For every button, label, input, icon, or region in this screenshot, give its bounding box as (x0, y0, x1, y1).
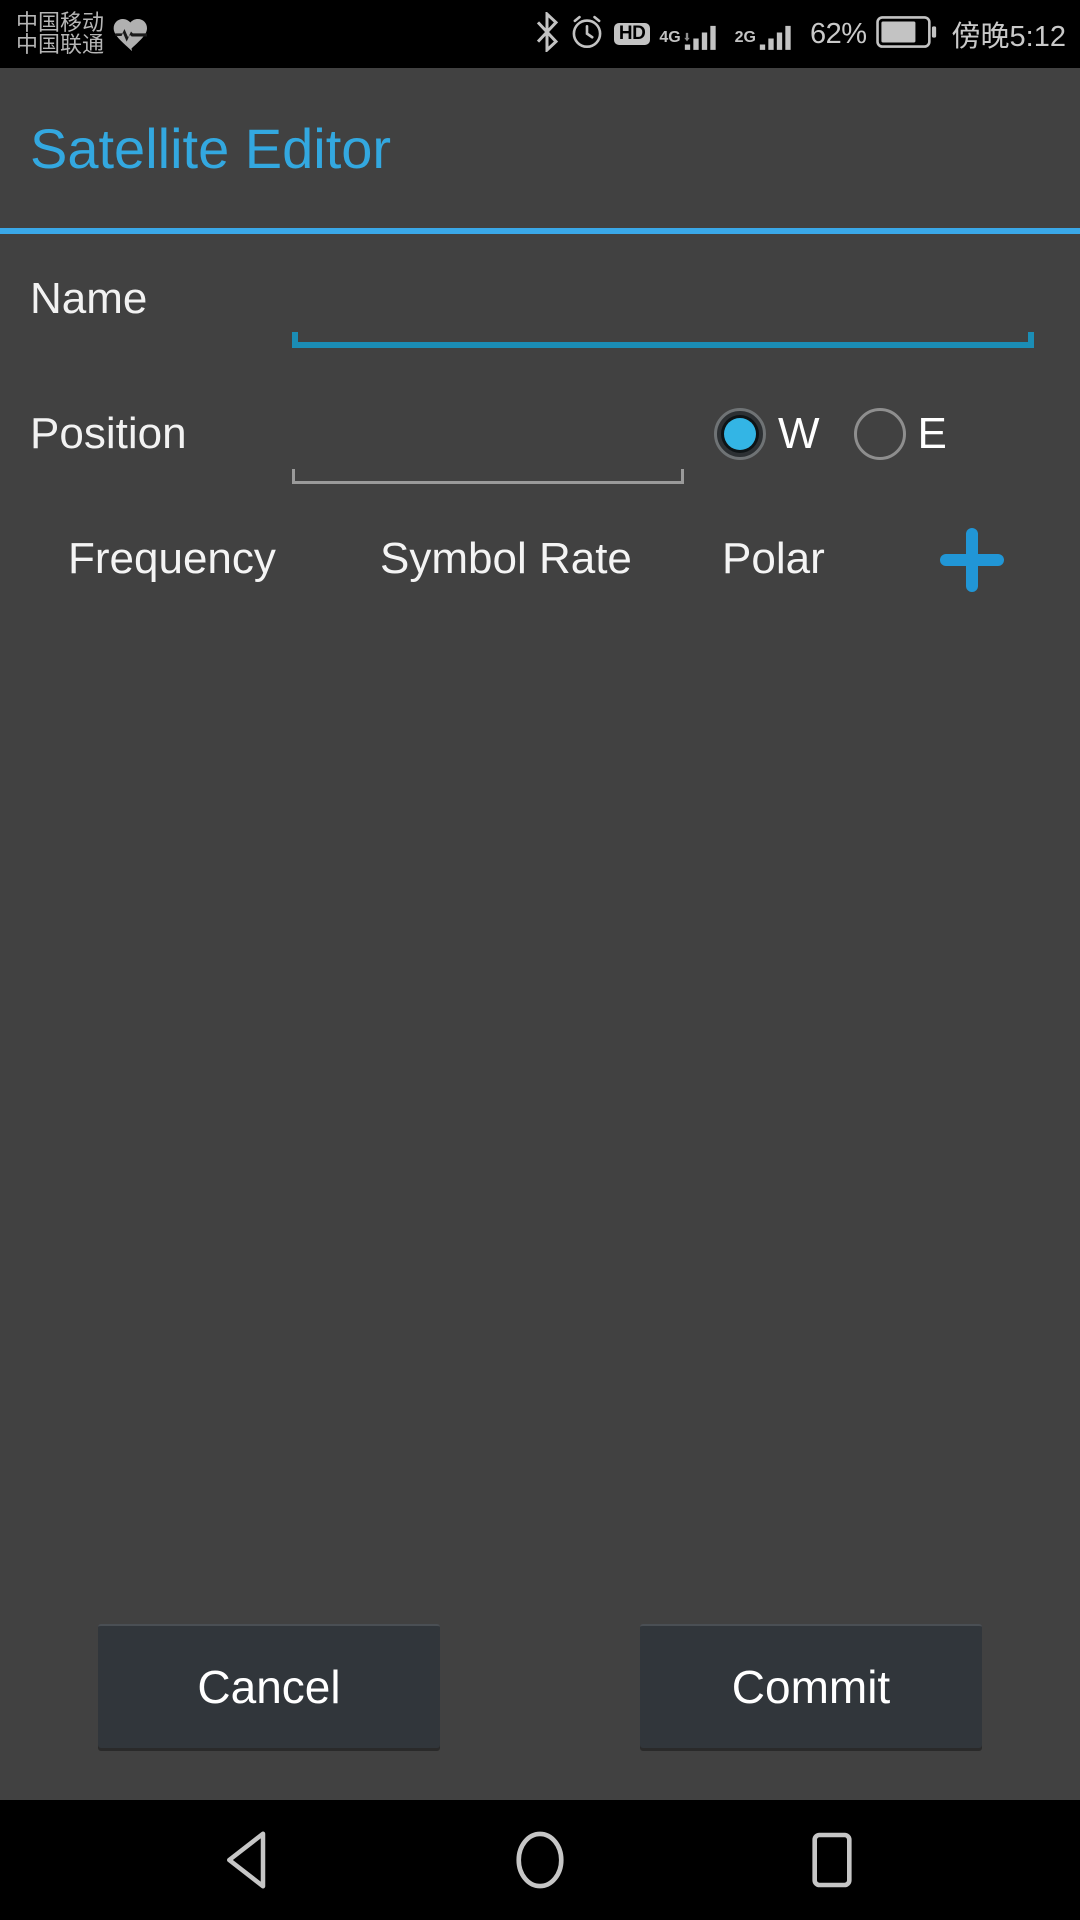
radio-west-label: W (778, 409, 820, 458)
back-triangle-icon (227, 1831, 266, 1889)
hd-voice-icon: HD (613, 23, 651, 45)
recents-square-icon (812, 1832, 852, 1888)
carrier-names: 中国移动 中国联通 (16, 9, 105, 57)
position-field-row: Position W E (0, 364, 1080, 504)
status-bar-clock: 傍晚5:12 (951, 21, 1066, 53)
page-title: Satellite Editor (30, 116, 392, 180)
add-transponder-button[interactable] (930, 518, 1014, 602)
name-input-wrap (292, 297, 1034, 348)
nav-back-button[interactable] (200, 1812, 296, 1908)
radio-west-indicator[interactable] (714, 408, 766, 460)
commit-button[interactable]: Commit (640, 1624, 982, 1748)
hemisphere-radio-group: W E (714, 408, 947, 460)
signal-bars-icon (683, 25, 716, 50)
signal-bars-icon (759, 25, 791, 50)
radio-option-west[interactable]: W (714, 408, 820, 460)
carrier-line-2: 中国联通 (16, 32, 105, 57)
sim1-signal: 4G (659, 14, 725, 54)
nav-home-button[interactable] (492, 1812, 588, 1908)
column-header-polar: Polar (722, 534, 825, 583)
status-bar-right: HD 4G 2G 62% 傍晚5:12 (534, 10, 1066, 57)
radio-east-label: E (917, 409, 947, 458)
status-bar-left: 中国移动 中国联通 (16, 11, 152, 58)
carrier-line-1: 中国移动 (16, 9, 105, 35)
position-input-underline (292, 469, 684, 484)
app-title-bar: Satellite Editor (0, 68, 1080, 228)
phone-screen: 中国移动 中国联通 HD 4G 2G 62% 傍晚5:12 Satellite … (0, 0, 1080, 1920)
column-header-symbol-rate: Symbol Rate (380, 534, 632, 583)
position-label: Position (30, 409, 187, 458)
sim2-network-label: 2G (734, 29, 756, 46)
sim2-signal: 2G (735, 14, 801, 54)
android-nav-bar (0, 1800, 1080, 1920)
column-header-frequency: Frequency (68, 534, 276, 583)
home-circle-icon (516, 1831, 564, 1889)
battery-percent: 62% (810, 17, 867, 50)
alarm-clock-icon (569, 14, 605, 55)
radio-east-indicator[interactable] (853, 408, 906, 460)
status-bar: 中国移动 中国联通 HD 4G 2G 62% 傍晚5:12 (0, 0, 1080, 68)
position-input-wrap (292, 433, 684, 484)
sim1-network-label: 4G (659, 29, 681, 46)
radio-option-east[interactable]: E (853, 408, 947, 460)
name-field-row: Name (0, 234, 1080, 364)
cancel-button[interactable]: Cancel (98, 1624, 440, 1748)
heart-pulse-icon (112, 15, 152, 58)
plus-icon (940, 528, 1004, 592)
name-label: Name (30, 274, 148, 323)
name-input-underline (292, 332, 1034, 348)
main-content: Name Position W E Frequency Symbol Rate … (0, 234, 1080, 1800)
bluetooth-icon (534, 10, 560, 57)
transponder-list[interactable] (0, 614, 1080, 1624)
nav-recents-button[interactable] (784, 1812, 880, 1908)
transponder-table-header: Frequency Symbol Rate Polar (0, 504, 1080, 614)
action-button-bar: Cancel Commit (0, 1624, 1080, 1800)
battery-icon (875, 15, 938, 54)
